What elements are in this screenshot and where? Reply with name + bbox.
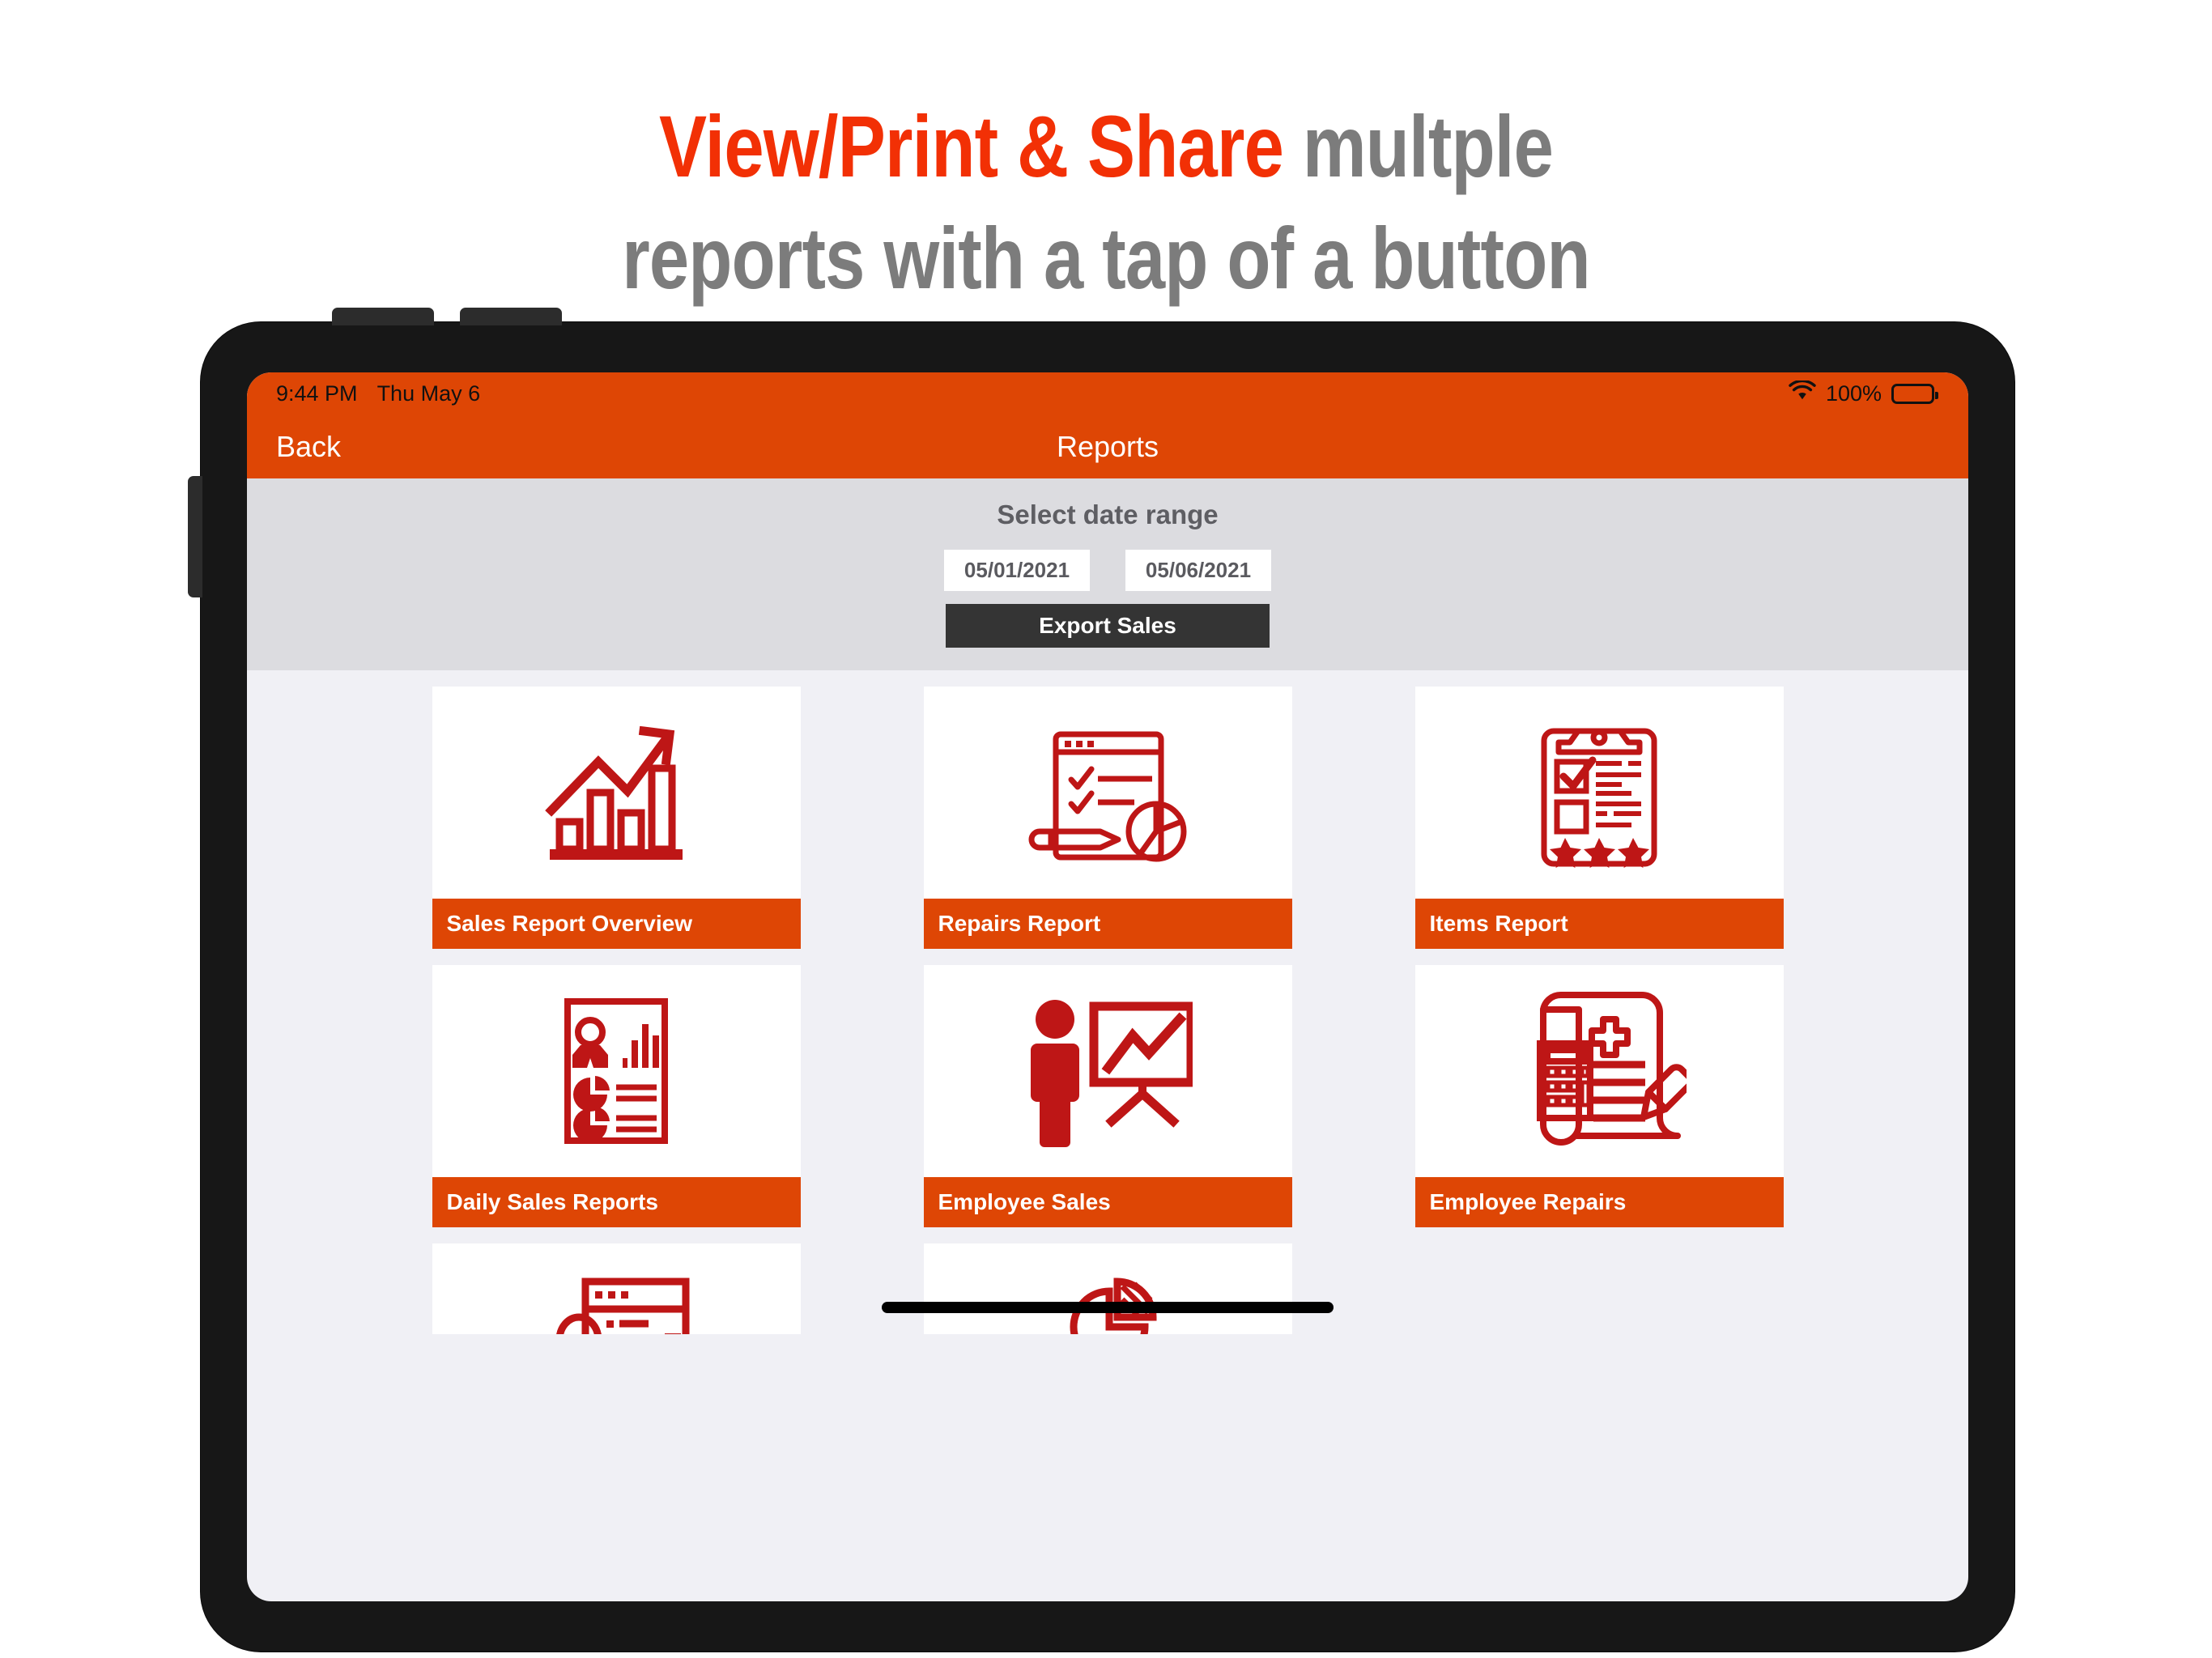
report-card-label: Repairs Report <box>923 899 1292 949</box>
report-card-items-report[interactable]: Items Report <box>1414 687 1784 949</box>
report-card-partial-analytics[interactable] <box>432 1244 801 1334</box>
page-headline: View/Print & Share multple reports with … <box>199 91 2013 314</box>
date-range-panel: Select date range Export Sales <box>247 478 1968 670</box>
person-dashboard-barchart-icon <box>432 1244 801 1334</box>
bar-chart-growth-icon <box>432 687 801 899</box>
status-bar: 9:44 PM Thu May 6 100% <box>247 372 1968 414</box>
reports-grid: Sales Report Overview Repairs Report Ite… <box>247 683 1968 1334</box>
report-card-label: Items Report <box>1414 899 1784 949</box>
export-sales-button[interactable]: Export Sales <box>946 604 1270 648</box>
report-card-partial-people-pie[interactable] <box>923 1244 1292 1334</box>
end-date-input[interactable] <box>1125 550 1271 591</box>
report-card-label: Employee Sales <box>923 1177 1292 1227</box>
report-card-employee-repairs[interactable]: Employee Repairs <box>1414 965 1784 1227</box>
start-date-input[interactable] <box>944 550 1090 591</box>
clipboard-checklist-stars-icon <box>1415 687 1784 899</box>
page-title: Reports <box>1056 429 1159 463</box>
volume-down-button[interactable] <box>460 308 562 325</box>
headline-line-2: reports with a tap of a button <box>622 209 1590 308</box>
report-card-sales-report-overview[interactable]: Sales Report Overview <box>432 687 801 949</box>
person-presentation-board-icon <box>924 965 1292 1177</box>
home-indicator[interactable] <box>882 1302 1334 1313</box>
date-range-label: Select date range <box>997 500 1219 529</box>
report-card-employee-sales[interactable]: Employee Sales <box>923 965 1292 1227</box>
document-person-charts-icon <box>432 965 801 1177</box>
volume-up-button[interactable] <box>332 308 434 325</box>
invoice-calculator-pen-icon <box>1415 965 1784 1177</box>
people-pie-chart-icon <box>924 1244 1292 1334</box>
reports-grid-scroll[interactable]: Sales Report Overview Repairs Report Ite… <box>247 670 1968 1334</box>
date-range-fields <box>247 550 1968 591</box>
report-card-label: Sales Report Overview <box>432 899 801 949</box>
tablet-device: 9:44 PM Thu May 6 100% Back Reports Sele… <box>188 308 2014 1652</box>
battery-percent-label: 100% <box>1825 380 1882 406</box>
back-button[interactable]: Back <box>276 430 341 464</box>
checklist-window-pie-pencil-icon <box>924 687 1292 899</box>
navigation-bar: Back Reports <box>247 414 1968 478</box>
report-card-daily-sales-reports[interactable]: Daily Sales Reports <box>432 965 801 1227</box>
status-date: Thu May 6 <box>376 380 481 406</box>
status-time: 9:44 PM <box>276 380 358 406</box>
power-button[interactable] <box>188 476 202 597</box>
report-card-label: Employee Repairs <box>1414 1177 1784 1227</box>
report-card-label: Daily Sales Reports <box>432 1177 801 1227</box>
headline-accent: View/Print & Share <box>658 97 1284 195</box>
headline-rest: multple <box>1283 97 1554 195</box>
headline-line-1: View/Print & Share multple <box>199 91 2013 202</box>
report-card-repairs-report[interactable]: Repairs Report <box>923 687 1292 949</box>
battery-full-icon <box>1891 383 1938 404</box>
tablet-screen: 9:44 PM Thu May 6 100% Back Reports Sele… <box>247 372 1968 1601</box>
wifi-icon <box>1789 379 1816 407</box>
